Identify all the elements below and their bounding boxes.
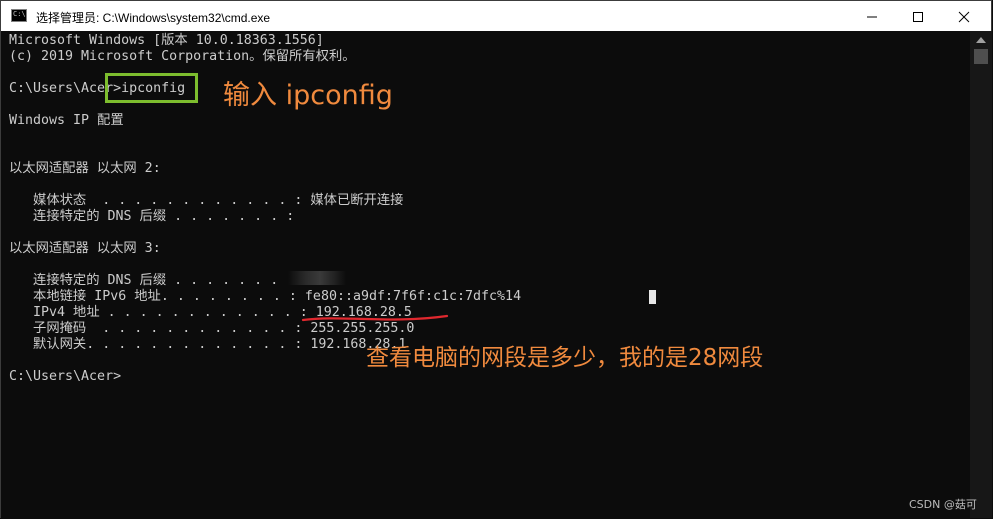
console-line: 以太网适配器 以太网 3:	[9, 241, 161, 256]
vertical-scrollbar[interactable]	[970, 31, 992, 518]
cmd-window: C:\ 选择管理员: C:\Windows\system32\cmd.exe M…	[0, 0, 992, 518]
console-line: 默认网关. . . . . . . . . . . . . : 192.168.…	[9, 337, 407, 352]
close-icon	[958, 11, 970, 23]
console-line: Windows IP 配置	[9, 113, 124, 128]
console-line: 连接特定的 DNS 后缀 . . . . . . . :	[9, 273, 295, 288]
console-prompt: C:\Users\Acer>	[9, 369, 122, 384]
redacted-patch	[288, 271, 346, 285]
console-line: 连接特定的 DNS 后缀 . . . . . . . :	[9, 209, 295, 224]
console-line: 本地链接 IPv6 地址. . . . . . . . : fe80::a9df…	[9, 289, 522, 304]
title-bar[interactable]: C:\ 选择管理员: C:\Windows\system32\cmd.exe	[1, 1, 991, 31]
highlight-box-command	[105, 73, 198, 103]
csdn-watermark: CSDN @菇可	[909, 498, 977, 511]
annotation-command-note: 输入 ipconfig	[223, 80, 393, 111]
scrollbar-thumb[interactable]	[974, 49, 988, 64]
cmd-app-icon[interactable]: C:\	[11, 9, 27, 22]
chevron-up-icon	[976, 37, 986, 43]
minimize-icon	[867, 16, 877, 18]
console-output[interactable]: Microsoft Windows [版本 10.0.18363.1556] (…	[1, 31, 970, 518]
console-line: 以太网适配器 以太网 2:	[9, 161, 161, 176]
maximize-icon	[913, 12, 923, 22]
red-underline-annotation	[301, 314, 449, 322]
console-line: (c) 2019 Microsoft Corporation。保留所有权利。	[9, 49, 356, 64]
scroll-up-button[interactable]	[970, 31, 992, 48]
annotation-segment-note: 查看电脑的网段是多少，我的是28网段	[366, 345, 764, 371]
text-cursor	[649, 290, 656, 304]
minimize-button[interactable]	[849, 1, 895, 31]
window-title: 选择管理员: C:\Windows\system32\cmd.exe	[36, 11, 271, 25]
close-button[interactable]	[941, 1, 987, 31]
console-line: Microsoft Windows [版本 10.0.18363.1556]	[9, 33, 324, 48]
console-line: 媒体状态 . . . . . . . . . . . . : 媒体已断开连接	[9, 193, 404, 208]
maximize-button[interactable]	[895, 1, 941, 31]
